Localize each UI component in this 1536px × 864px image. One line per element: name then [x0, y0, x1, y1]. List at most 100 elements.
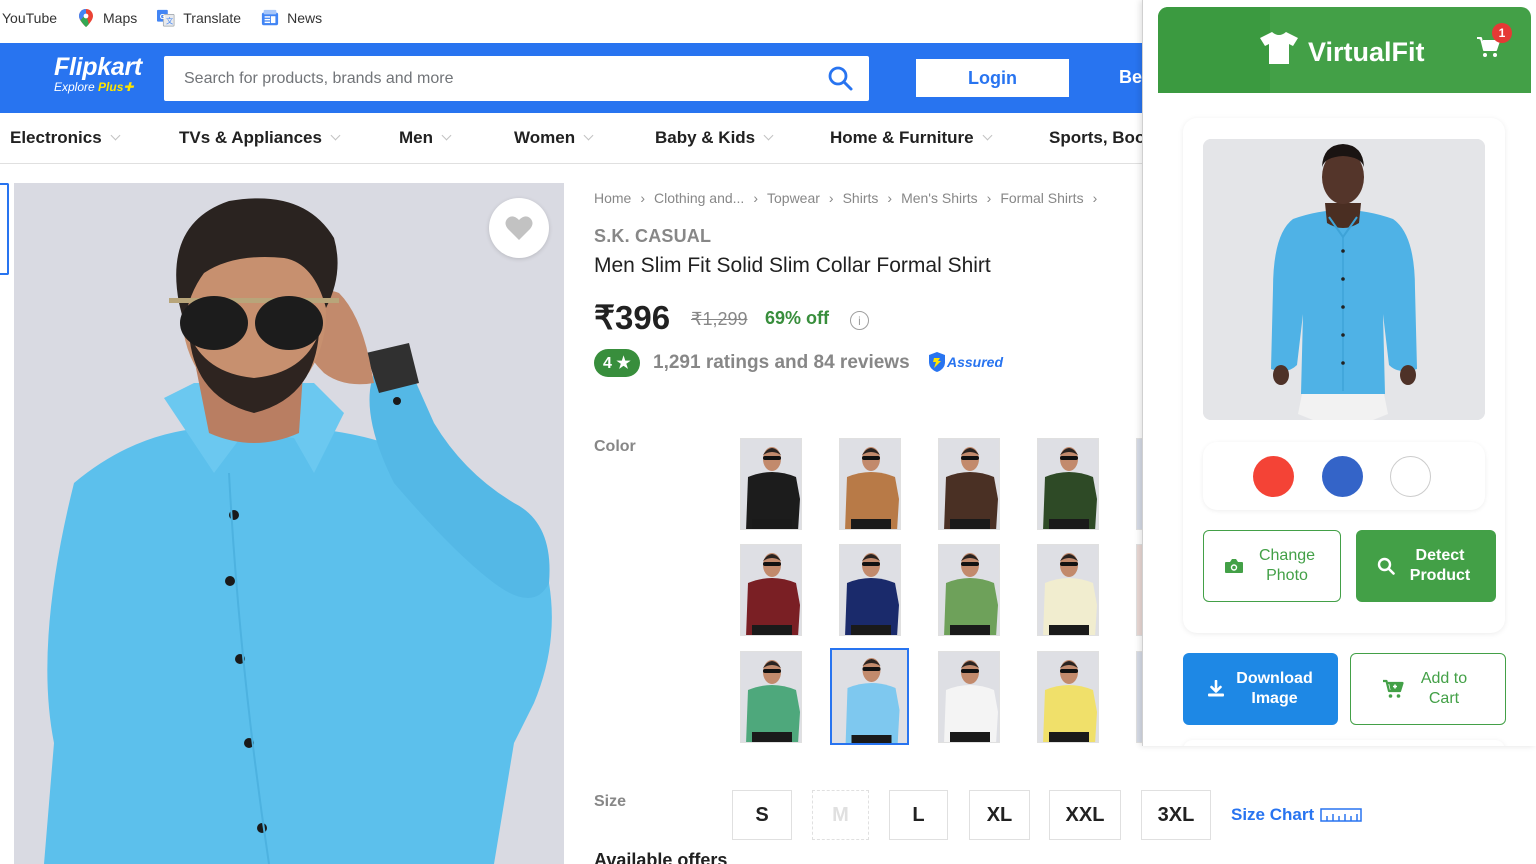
- shield-icon: [929, 352, 945, 372]
- search-icon[interactable]: [827, 65, 855, 93]
- size-s-button[interactable]: S: [732, 790, 792, 840]
- bookmark-label: News: [287, 10, 323, 26]
- product-mrp: ₹1,299: [691, 309, 748, 329]
- svg-text:文: 文: [166, 16, 173, 25]
- product-title: Men Slim Fit Solid Slim Collar Formal Sh…: [594, 254, 991, 277]
- bookmark-youtube[interactable]: YouTube: [2, 10, 57, 26]
- category-tvs-appliances[interactable]: TVs & Appliances: [179, 128, 341, 148]
- bookmark-label: Translate: [183, 10, 242, 26]
- color-swatch[interactable]: [740, 544, 802, 636]
- color-swatch[interactable]: [1037, 544, 1099, 636]
- cart-plus-icon: [1382, 679, 1404, 699]
- chevron-down-icon: [110, 130, 121, 141]
- bookmark-translate[interactable]: G文 Translate: [157, 9, 241, 27]
- available-offers-heading: Available offers: [594, 850, 728, 864]
- become-seller-link[interactable]: Be: [1119, 67, 1142, 88]
- bookmark-maps[interactable]: Maps: [77, 9, 137, 27]
- size-label: Size: [594, 793, 627, 810]
- add-to-cart-button[interactable]: Add to Cart: [1350, 653, 1506, 725]
- breadcrumb-item[interactable]: Formal Shirts: [1000, 190, 1083, 206]
- color-swatch[interactable]: [839, 438, 901, 530]
- bookmark-label: YouTube: [2, 10, 58, 26]
- cart-count-badge: 1: [1492, 23, 1512, 43]
- svg-text:G: G: [160, 12, 166, 21]
- bookmark-label: Maps: [103, 10, 138, 26]
- chevron-right-icon: ›: [1092, 190, 1098, 206]
- tryon-card: Change Photo Detect Product: [1183, 118, 1505, 633]
- chevron-down-icon: [982, 130, 993, 141]
- size-xl-button[interactable]: XL: [969, 790, 1030, 840]
- detect-product-button[interactable]: Detect Product: [1356, 530, 1496, 602]
- camera-icon: [1224, 558, 1244, 574]
- color-swatch[interactable]: [740, 651, 802, 743]
- category-home-furniture[interactable]: Home & Furniture: [830, 128, 993, 148]
- color-option-blue[interactable]: [1322, 456, 1363, 497]
- search-icon: [1377, 557, 1395, 575]
- chevron-right-icon: ›: [986, 190, 992, 206]
- model-illustration: [14, 183, 564, 864]
- info-icon[interactable]: i: [850, 311, 869, 330]
- color-swatch[interactable]: [938, 544, 1000, 636]
- download-icon: [1207, 680, 1225, 698]
- category-women[interactable]: Women: [514, 128, 594, 148]
- color-label: Color: [594, 438, 636, 455]
- bookmark-news[interactable]: News: [261, 9, 322, 27]
- chevron-right-icon: ›: [887, 190, 893, 206]
- chevron-down-icon: [441, 130, 452, 141]
- size-m-button[interactable]: M: [812, 790, 869, 840]
- product-price: ₹396: [594, 299, 671, 336]
- search-input[interactable]: [184, 69, 804, 88]
- assured-badge: Assured: [927, 351, 1003, 373]
- size-3xl-button[interactable]: 3XL: [1141, 790, 1211, 840]
- chevron-right-icon: ›: [753, 190, 758, 206]
- color-swatch[interactable]: [938, 438, 1000, 530]
- change-photo-button[interactable]: Change Photo: [1203, 530, 1341, 602]
- ratings-reviews-count[interactable]: 1,291 ratings and 84 reviews: [653, 352, 910, 374]
- color-option-red[interactable]: [1253, 456, 1294, 497]
- breadcrumb-item[interactable]: Shirts: [843, 190, 879, 206]
- virtualfit-title: VirtualFit: [1308, 37, 1425, 67]
- product-brand[interactable]: S.K. CASUAL: [594, 226, 711, 247]
- tryon-photo[interactable]: [1203, 139, 1485, 420]
- breadcrumb-item[interactable]: Men's Shirts: [901, 190, 978, 206]
- translate-icon: G文: [157, 9, 175, 27]
- discount-percent: 69% off: [765, 308, 830, 328]
- news-icon: [261, 9, 279, 27]
- tshirt-icon: [1260, 32, 1298, 64]
- category-sports[interactable]: Sports, Boo: [1049, 128, 1145, 148]
- login-button[interactable]: Login: [916, 59, 1069, 97]
- heart-icon: [505, 216, 533, 240]
- chevron-down-icon: [583, 130, 594, 141]
- search-bar: [164, 56, 869, 101]
- color-swatch[interactable]: [830, 648, 909, 745]
- chevron-right-icon: ›: [640, 190, 646, 206]
- logo-text: Flipkart: [54, 53, 142, 81]
- product-main-image[interactable]: [14, 183, 564, 864]
- color-swatch[interactable]: [839, 544, 901, 636]
- flipkart-logo[interactable]: Flipkart Explore Plus✚: [54, 53, 142, 94]
- color-option-white[interactable]: [1390, 456, 1431, 497]
- wishlist-button[interactable]: [489, 198, 549, 258]
- breadcrumb-item[interactable]: Topwear: [767, 190, 820, 206]
- color-swatch[interactable]: [1037, 651, 1099, 743]
- size-xxl-button[interactable]: XXL: [1049, 790, 1121, 840]
- breadcrumb-item[interactable]: Home: [594, 190, 631, 206]
- ruler-icon: [1320, 808, 1362, 822]
- breadcrumb-item[interactable]: Clothing and...: [654, 190, 744, 206]
- category-men[interactable]: Men: [399, 128, 452, 148]
- rating-badge: 4 ★: [594, 349, 640, 377]
- color-swatch[interactable]: [740, 438, 802, 530]
- color-swatch[interactable]: [938, 651, 1000, 743]
- chevron-down-icon: [763, 130, 774, 141]
- chevron-right-icon: ›: [828, 190, 834, 206]
- download-image-button[interactable]: Download Image: [1183, 653, 1338, 725]
- selected-thumbnail[interactable]: [0, 183, 9, 275]
- breadcrumb: Home › Clothing and... › Topwear › Shirts › Men'…: [594, 190, 1106, 206]
- color-picker: [1203, 442, 1485, 510]
- size-chart-link[interactable]: Size Chart: [1231, 805, 1362, 825]
- category-baby-kids[interactable]: Baby & Kids: [655, 128, 774, 148]
- size-l-button[interactable]: L: [889, 790, 948, 840]
- category-electronics[interactable]: Electronics: [10, 128, 121, 148]
- color-swatch[interactable]: [1037, 438, 1099, 530]
- virtualfit-header: VirtualFit 1: [1158, 7, 1531, 93]
